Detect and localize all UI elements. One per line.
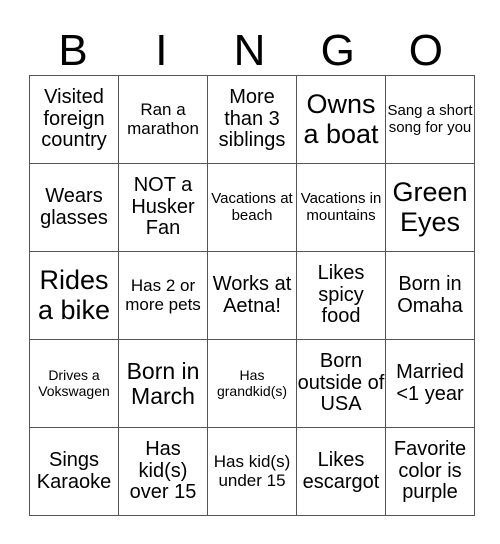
bingo-cell[interactable]: Works at Aetna! (207, 251, 297, 340)
header-letter-g: G (320, 26, 355, 75)
bingo-cell[interactable]: Likes escargot (296, 427, 386, 516)
bingo-cell[interactable]: Sang a short song for you (385, 75, 475, 164)
bingo-cell[interactable]: Sings Karaoke (29, 427, 119, 516)
bingo-cell[interactable]: Drives a Vokswagen (29, 339, 119, 428)
header-letter-o: O (408, 26, 444, 75)
header-letter-n: N (233, 26, 266, 75)
bingo-row: Sings Karaoke Has kid(s) over 15 Has kid(s… (29, 427, 475, 516)
bingo-header: B I N G O (29, 26, 470, 76)
bingo-cell[interactable]: Vacations at beach (207, 163, 297, 252)
bingo-cell[interactable]: Wears glasses (29, 163, 119, 252)
bingo-row: Drives a Vokswagen Born in March Has grand… (29, 339, 475, 428)
bingo-cell[interactable]: Likes spicy food (296, 251, 386, 340)
bingo-cell[interactable]: More than 3 siblings (207, 75, 297, 164)
bingo-cell[interactable]: Has grandkid(s) (207, 339, 297, 428)
bingo-cell[interactable]: Green Eyes (385, 163, 475, 252)
bingo-cell[interactable]: Has 2 or more pets (118, 251, 208, 340)
bingo-row: Wears glasses NOT a Husker Fan Vacations a… (29, 163, 475, 252)
header-letter-i: I (155, 26, 168, 75)
bingo-cell[interactable]: Has kid(s) over 15 (118, 427, 208, 516)
bingo-cell[interactable]: Vacations in mountains (296, 163, 386, 252)
bingo-cell[interactable]: Has kid(s) under 15 (207, 427, 297, 516)
bingo-cell[interactable]: Owns a boat (296, 75, 386, 164)
bingo-cell[interactable]: Born outside of USA (296, 339, 386, 428)
bingo-cell[interactable]: Rides a bike (29, 251, 119, 340)
bingo-row: Rides a bike Has 2 or more pets Works at A… (29, 251, 475, 340)
bingo-cell[interactable]: Married <1 year (385, 339, 475, 428)
bingo-grid: Visited foreign country Ran a marathon Mor… (29, 75, 475, 516)
bingo-row: Visited foreign country Ran a marathon Mor… (29, 75, 475, 164)
header-letter-b: B (58, 26, 88, 75)
bingo-cell[interactable]: Visited foreign country (29, 75, 119, 164)
bingo-cell[interactable]: NOT a Husker Fan (118, 163, 208, 252)
bingo-cell[interactable]: Born in Omaha (385, 251, 475, 340)
bingo-cell[interactable]: Born in March (118, 339, 208, 428)
bingo-cell[interactable]: Favorite color is purple (385, 427, 475, 516)
bingo-cell[interactable]: Ran a marathon (118, 75, 208, 164)
